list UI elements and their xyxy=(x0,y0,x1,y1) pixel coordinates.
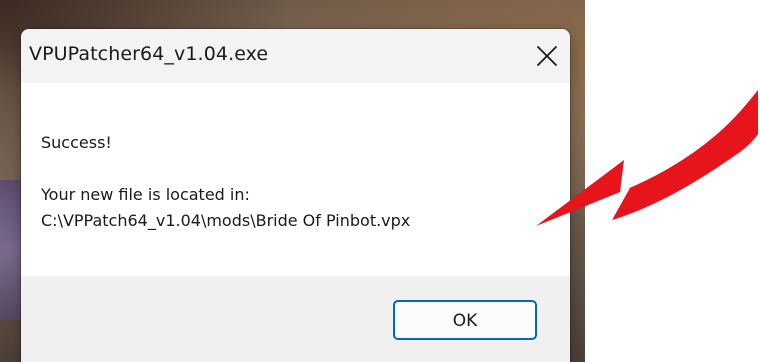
red-arrow-icon xyxy=(536,90,758,226)
screenshot: VPUPatcher64_v1.04.exe Success! Your new… xyxy=(0,0,760,362)
